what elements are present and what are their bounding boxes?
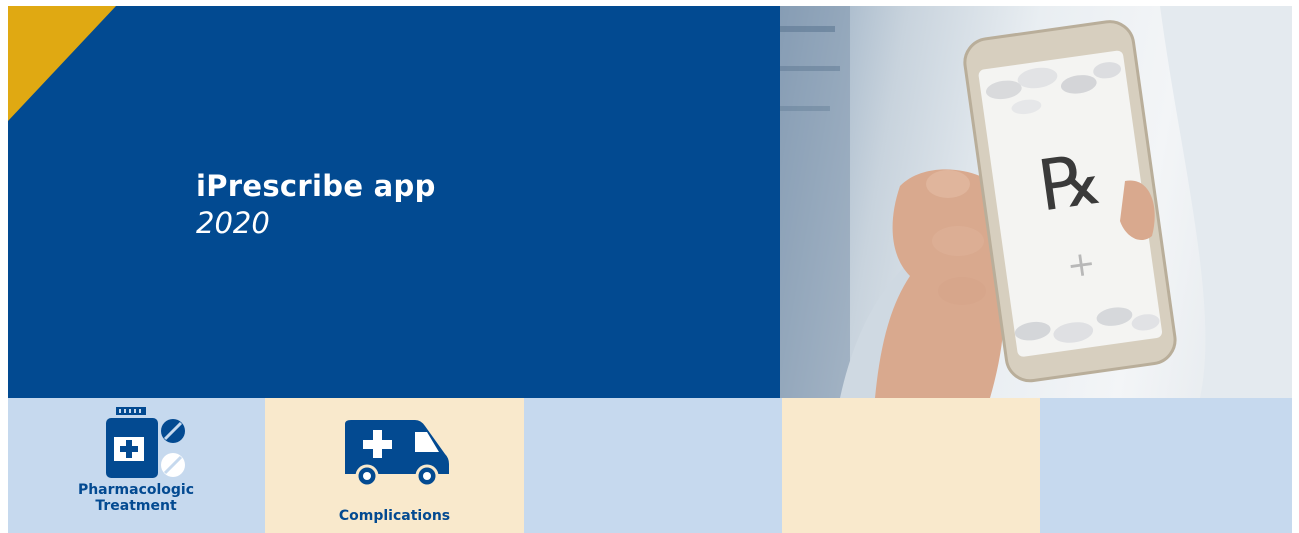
app-year: 2020	[196, 206, 270, 240]
app-title: iPrescribe app	[196, 169, 436, 203]
corner-accent	[8, 6, 116, 121]
tile-label-pharmacologic-treatment: Pharmacologic Treatment	[77, 482, 195, 514]
tile-label-complications: Complications	[338, 508, 451, 524]
hero-photo: ℞ +	[780, 6, 1292, 398]
plus-symbol: +	[1064, 243, 1098, 287]
rx-symbol: ℞	[1034, 137, 1108, 227]
hero-title-block: iPrescribe app 2020	[196, 168, 436, 242]
tile-empty-5	[1040, 398, 1292, 533]
tile-empty-3	[524, 398, 782, 533]
ambulance-icon	[345, 420, 449, 486]
tile-empty-4	[782, 398, 1040, 533]
medicine-bottle-pills-icon	[106, 407, 185, 478]
hero-banner: iPrescribe app 2020	[8, 6, 780, 398]
phone-rx-illustration: ℞ +	[780, 6, 1292, 398]
tile-complications[interactable]: Complications	[265, 398, 524, 533]
tile-pharmacologic-treatment[interactable]: Pharmacologic Treatment	[8, 398, 265, 533]
